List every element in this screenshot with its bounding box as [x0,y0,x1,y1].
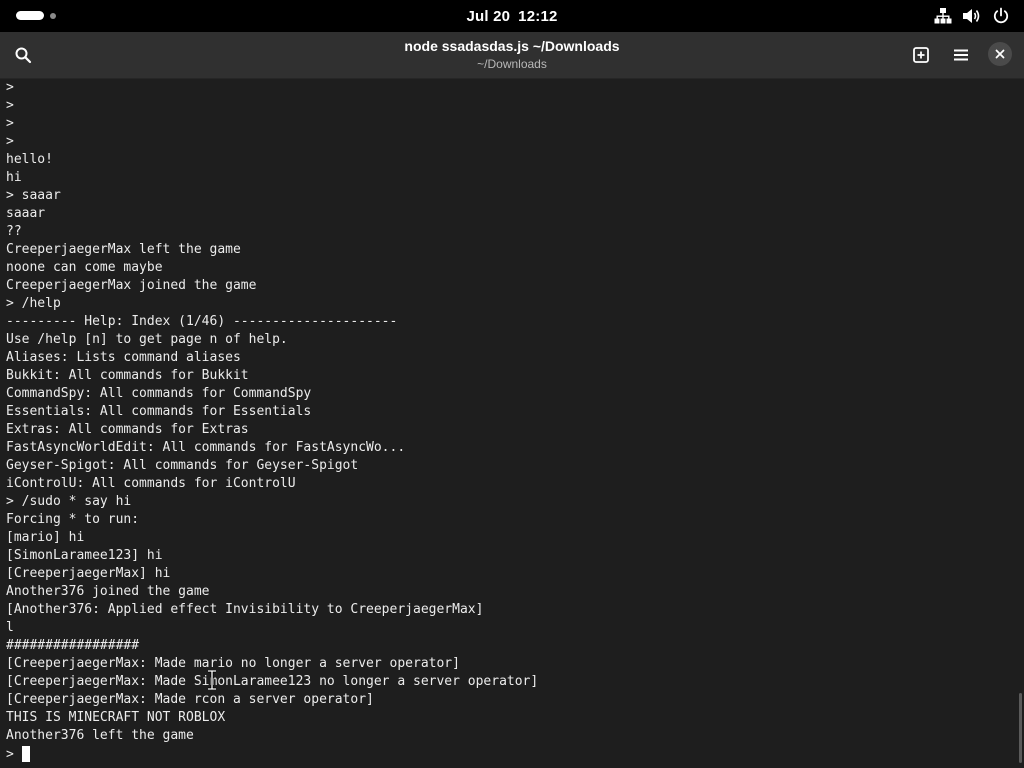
terminal-line: [SimonLaramee123] hi [6,548,163,563]
system-top-bar: Jul 20 12:12 [0,0,1024,32]
terminal-line: hi [6,170,22,185]
terminal-line: CreeperjaegerMax left the game [6,242,241,257]
new-tab-icon [913,47,929,63]
terminal-prompt-line[interactable]: > [6,745,30,763]
terminal-line: ################# [6,638,140,653]
terminal-line: [Another376: Applied effect Invisibility… [6,602,484,617]
volume-icon[interactable] [962,7,982,25]
activities-indicator[interactable] [16,11,56,20]
terminal-lines: > > > > hello! hi > saaar saaar?? CreeperjaegerM… [6,79,538,745]
workspace-dot-indicator [50,12,56,19]
terminal-line: > [6,80,14,95]
search-icon [15,47,32,64]
menu-icon [954,49,968,61]
terminal-line: Use /help [n] to get page n of help. [6,332,288,347]
terminal-line: > [6,98,14,113]
mouse-ibeam-cursor-icon [208,670,216,690]
terminal-line: [CreeperjaegerMax] hi [6,566,171,581]
close-icon [995,49,1005,59]
terminal-line: Extras: All commands for Extras [6,422,249,437]
main-menu-button[interactable] [946,40,976,70]
terminal-line: Geyser-Spigot: All commands for Geyser-S… [6,458,359,473]
terminal-line: ?? [6,224,22,239]
terminal-line: noone can come maybe [6,260,163,275]
terminal-line: > [6,134,14,149]
search-button[interactable] [8,40,38,70]
terminal-line: Forcing * to run: [6,512,140,527]
window-title: node ssadasdas.js ~/Downloads [404,38,620,54]
terminal-line: l [6,620,14,635]
terminal-line: [CreeperjaegerMax: Made mario no longer … [6,656,460,671]
terminal-line: Bukkit: All commands for Bukkit [6,368,249,383]
terminal-line: CreeperjaegerMax joined the game [6,278,257,293]
window-subtitle: ~/Downloads [477,57,547,71]
terminal-header-bar: node ssadasdas.js ~/Downloads ~/Download… [0,32,1024,79]
terminal-output[interactable]: > > > > hello! hi > saaar saaar?? CreeperjaegerM… [0,79,1024,768]
terminal-line: [mario] hi [6,530,85,545]
terminal-line: iControlU: All commands for iControlU [6,476,296,491]
scrollbar[interactable] [1019,693,1022,763]
terminal-line: --------- Help: Index (1/46) -----------… [6,314,398,329]
workspace-active-indicator [16,11,44,20]
terminal-line: Another376 joined the game [6,584,210,599]
terminal-line: FastAsyncWorldEdit: All commands for Fas… [6,440,406,455]
terminal-line: [CreeperjaegerMax: Made rcon a server op… [6,692,374,707]
system-tray[interactable] [934,6,1010,26]
terminal-line: [CreeperjaegerMax: Made SimonLaramee123 … [6,674,539,689]
terminal-line: hello! [6,152,53,167]
new-tab-button[interactable] [906,40,936,70]
terminal-line: saaar [6,206,46,221]
terminal-line: Another376 left the game [6,728,194,743]
terminal-prompt: > [6,746,22,762]
terminal-line: THIS IS MINECRAFT NOT ROBLOX [6,710,226,725]
text-cursor [21,746,30,762]
terminal-line: > /sudo * say hi [6,494,132,509]
network-icon[interactable] [934,7,952,25]
terminal-line: Aliases: Lists command aliases [6,350,241,365]
terminal-line: > saaar [6,188,61,203]
close-window-button[interactable] [988,42,1012,66]
power-icon[interactable] [992,7,1010,25]
terminal-line: > [6,116,14,131]
clock[interactable]: Jul 20 12:12 [0,0,1024,32]
clock-time[interactable]: 12:12 [518,8,557,25]
terminal-line: > /help [6,296,61,311]
terminal-line: CommandSpy: All commands for CommandSpy [6,386,312,401]
clock-date[interactable]: Jul 20 [466,8,510,25]
terminal-line: Essentials: All commands for Essentials [6,404,312,419]
